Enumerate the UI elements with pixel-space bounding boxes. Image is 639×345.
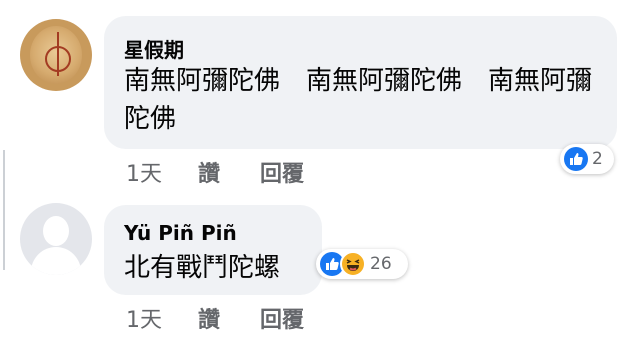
comment-author[interactable]: Yü Piñ Piñ — [124, 221, 237, 245]
reply-button[interactable]: 回覆 — [260, 302, 304, 334]
avatar[interactable] — [20, 19, 92, 91]
haha-icon — [340, 251, 366, 277]
like-icon — [564, 147, 588, 171]
comment-timestamp[interactable]: 1天 — [126, 302, 162, 334]
comment-text: 南無阿彌陀佛 南無阿彌陀佛 南無阿彌陀佛 — [124, 66, 593, 134]
avatar-placeholder-body — [31, 247, 81, 275]
like-button[interactable]: 讚 — [198, 302, 220, 334]
comment-bubble: Yü Piñ Piñ 北有戰鬥陀螺 — [104, 205, 322, 295]
comment-author[interactable]: 星假期 — [124, 34, 184, 63]
comment-bubble: 星假期 南無阿彌陀佛 南無阿彌陀佛 南無阿彌陀佛 — [104, 16, 617, 149]
reaction-count: 26 — [370, 254, 392, 274]
avatar-ring — [45, 46, 71, 72]
like-button[interactable]: 讚 — [198, 156, 220, 188]
reaction-count: 2 — [592, 149, 603, 169]
reaction-summary[interactable]: 26 — [316, 249, 408, 279]
comment-timestamp[interactable]: 1天 — [126, 156, 162, 188]
reaction-summary[interactable]: 2 — [560, 144, 614, 174]
reply-button[interactable]: 回覆 — [260, 156, 304, 188]
avatar-placeholder-head — [43, 216, 69, 246]
thread-line — [3, 150, 5, 270]
comment-text: 北有戰鬥陀螺 — [124, 253, 281, 283]
avatar[interactable] — [20, 203, 92, 275]
avatar-artwork — [30, 26, 82, 84]
